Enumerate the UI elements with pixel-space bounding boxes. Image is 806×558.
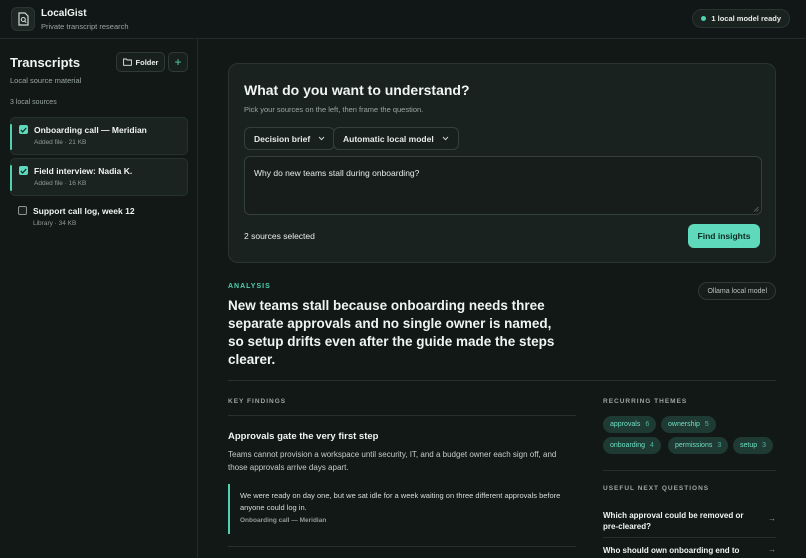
folder-button-label: Folder [135,57,159,67]
sidebar-title: Transcripts [10,55,81,70]
finding-title: Approvals gate the very first step [228,431,379,442]
model-status-label: 1 local model ready [711,14,781,23]
model-select-value: Automatic local model [343,133,434,144]
quote-text: We were ready on day one, but we sat idl… [240,491,561,512]
arrow-right-icon[interactable]: → [768,545,776,554]
check-icon [20,127,27,133]
model-status-badge: 1 local model ready [692,9,790,28]
arrow-right-icon[interactable]: → [768,514,776,523]
question-text: Why do new teams stall during onboarding… [254,168,420,178]
selected-sources-count: 2 sources selected [244,231,315,241]
plus-icon: + [174,55,182,69]
source-item-field-interview[interactable]: Field interview: Nadia K. Added file · 1… [10,158,188,196]
check-icon [20,168,27,174]
mode-select[interactable]: Decision brief [244,127,336,150]
app-logo-icon [11,7,35,31]
top-bar: LocalGist Private transcript research 1 … [0,0,806,39]
theme-chip[interactable]: onboarding 4 [603,437,661,454]
quote-source: Onboarding call — Meridian [240,517,327,524]
recurring-themes-label: RECURRING THEMES [603,398,688,405]
divider [228,380,776,381]
theme-label: setup [740,442,758,449]
question-panel-title: What do you want to understand? [244,82,470,98]
find-insights-button[interactable]: Find insights [688,224,760,248]
divider [603,470,776,471]
divider [228,546,576,547]
folder-button[interactable]: Folder [116,52,165,72]
finding-quote: We were ready on day one, but we sat idl… [228,484,576,534]
source-item-support-call-log[interactable]: Support call log, week 12 Library · 34 K… [10,199,188,237]
status-dot-icon [701,16,707,21]
app-title: LocalGist [41,8,87,19]
theme-count: 5 [704,421,709,428]
source-meta: Library · 34 KB [33,220,77,227]
chevron-down-icon [318,136,325,141]
divider [603,537,776,538]
theme-count: 6 [645,421,650,428]
theme-count: 3 [717,442,722,449]
source-name: Support call log, week 12 [33,206,135,216]
resize-grip-icon[interactable] [753,206,759,212]
theme-chip[interactable]: approvals 6 [603,416,657,433]
question-panel-subtitle: Pick your sources on the left, then fram… [244,105,424,114]
sidebar: Transcripts Local source material Folder… [0,39,198,558]
theme-label: ownership [668,421,700,428]
folder-icon [122,58,132,66]
theme-label: approvals [610,421,641,428]
sidebar-subtitle: Local source material [10,76,82,85]
theme-label: permissions [675,442,713,449]
question-input[interactable]: Why do new teams stall during onboarding… [244,156,762,215]
next-question-item[interactable]: Who should own onboarding end to end? [603,545,753,558]
source-item-onboarding-call[interactable]: Onboarding call — Meridian Added file · … [10,117,188,155]
theme-count: 3 [762,442,767,449]
question-panel: What do you want to understand? Pick you… [228,63,776,263]
analysis-headline: New teams stall because onboarding needs… [228,298,555,367]
next-questions-label: USEFUL NEXT QUESTIONS [603,485,710,492]
model-tag: Ollama local model [698,282,776,300]
source-count: 3 local sources [10,99,57,106]
model-select[interactable]: Automatic local model [333,127,459,150]
source-checkbox[interactable] [19,166,28,175]
source-name: Onboarding call — Meridian [34,125,147,135]
analysis-label: ANALYSIS [228,283,271,290]
add-source-button[interactable]: + [168,52,188,72]
theme-chip[interactable]: setup 3 [733,437,774,454]
source-meta: Added file · 21 KB [34,139,87,146]
theme-chip[interactable]: ownership 5 [661,416,716,433]
source-meta: Added file · 16 KB [34,180,87,187]
finding-body: Teams cannot provision a workspace until… [228,450,557,472]
theme-chip[interactable]: permissions 3 [668,437,729,454]
theme-label: onboarding [610,442,646,449]
app-tagline: Private transcript research [41,22,129,31]
mode-select-value: Decision brief [254,133,311,144]
next-question-item[interactable]: Which approval could be removed or pre-c… [603,510,753,532]
divider [228,415,576,416]
chevron-down-icon [442,136,449,141]
source-checkbox[interactable] [19,125,28,134]
theme-count: 4 [650,442,654,449]
source-checkbox[interactable] [18,206,27,215]
source-name: Field interview: Nadia K. [34,166,133,176]
key-findings-label: KEY FINDINGS [228,398,287,405]
